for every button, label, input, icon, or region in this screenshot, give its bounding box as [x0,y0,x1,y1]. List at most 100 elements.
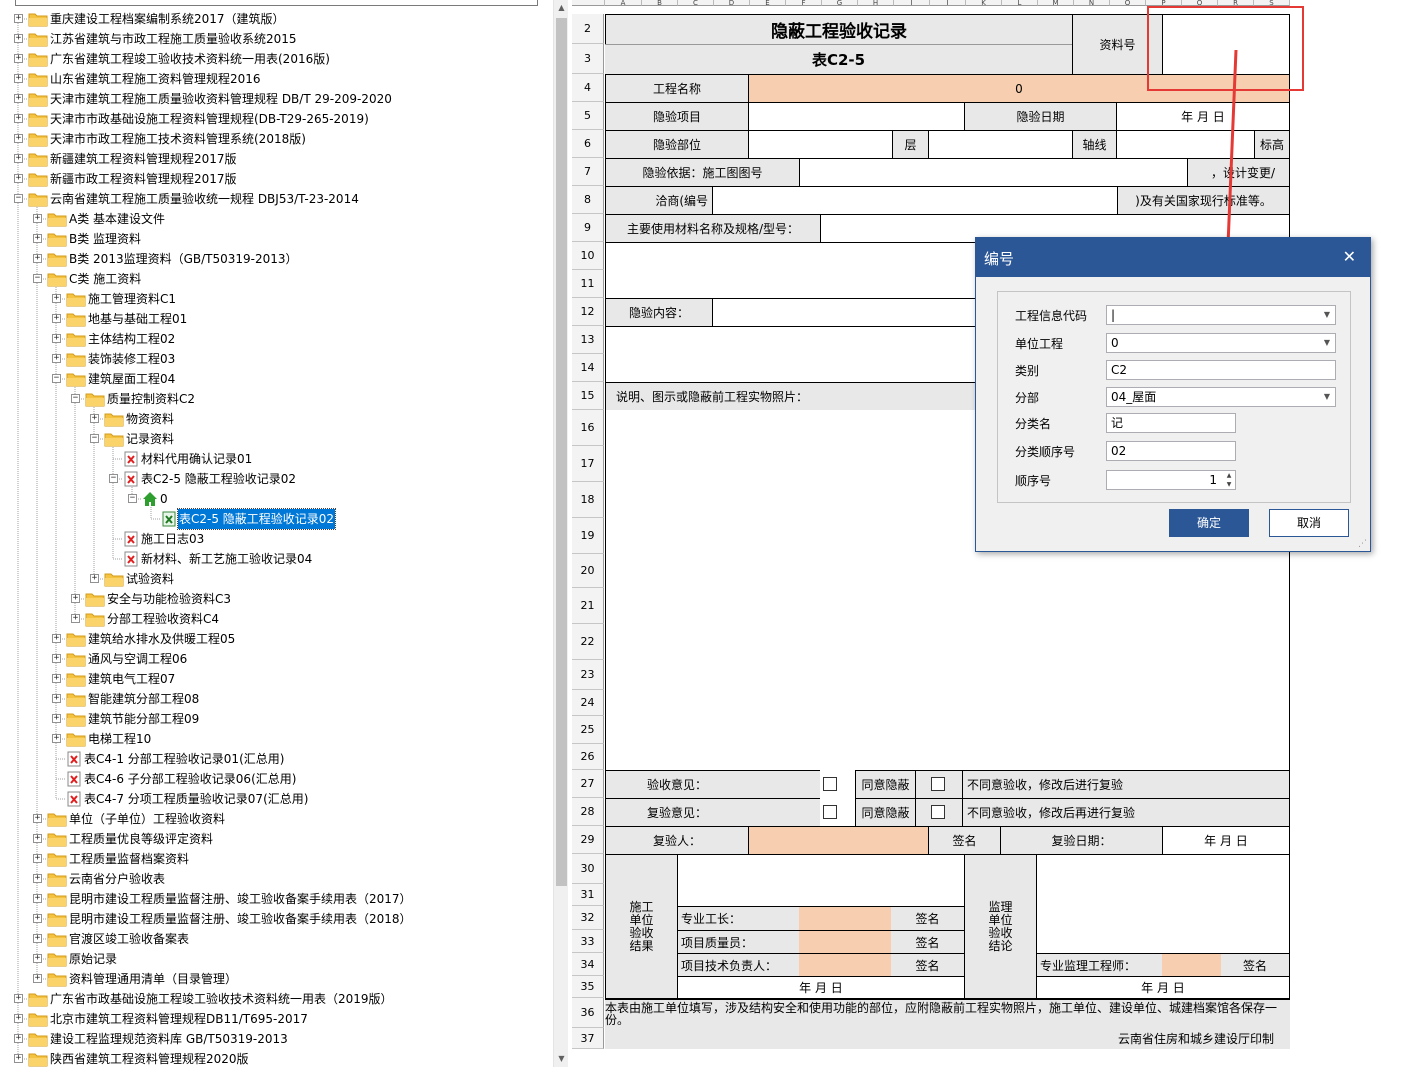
construction-date-cell[interactable]: 年 月 日 [677,976,964,998]
hidden-part-cell[interactable] [748,130,892,158]
row-header[interactable]: 2 [572,14,604,44]
close-icon[interactable]: ✕ [1343,247,1356,266]
tree-node[interactable]: + 重庆建设工程档案编制系统2017（建筑版） [0,9,553,29]
tree-node[interactable]: − 质量控制资料C2 [0,389,553,409]
expand-icon[interactable]: + [33,894,42,903]
expand-icon[interactable]: + [33,214,42,223]
tree-node[interactable]: + 云南省分户验收表 [0,869,553,889]
column-header[interactable]: N [1074,0,1110,6]
collapse-icon[interactable]: − [71,394,80,403]
chevron-down-icon[interactable]: ▼ [1324,334,1330,352]
row-header[interactable]: 12 [572,298,604,326]
tree-node[interactable]: + 原始记录 [0,949,553,969]
tree-node[interactable]: + 新疆市政工程资料管理规程2017版 [0,169,553,189]
tree-node[interactable]: + 地基与基础工程01 [0,309,553,329]
disagree-checkbox[interactable] [931,777,945,791]
expand-icon[interactable]: + [33,254,42,263]
tree-node[interactable]: + 山东省建筑工程施工资料管理规程2016 [0,69,553,89]
column-header[interactable]: M [1038,0,1074,6]
column-header[interactable]: C [678,0,714,6]
tree-node[interactable]: + 主体结构工程02 [0,329,553,349]
tree-node[interactable]: + 建筑给水排水及供暖工程05 [0,629,553,649]
expand-icon[interactable]: + [52,674,61,683]
tree-node[interactable]: + 试验资料 [0,569,553,589]
column-header[interactable]: H [858,0,894,6]
row-header[interactable]: 37 [572,1028,604,1049]
tree-node[interactable]: − C类 施工资料 [0,269,553,289]
tree-node[interactable]: 施工日志03 [0,529,553,549]
tree-node[interactable]: − 表C2-5 隐蔽工程验收记录02 [0,469,553,489]
row-header[interactable]: 3 [572,44,604,74]
column-header[interactable]: F [786,0,822,6]
construction-blank[interactable] [677,854,964,906]
tree-node[interactable]: + 江苏省建筑与市政工程施工质量验收系统2015 [0,29,553,49]
expand-icon[interactable]: + [52,714,61,723]
expand-icon[interactable]: + [33,934,42,943]
unit-project-dropdown[interactable]: 0 ▼ [1106,333,1336,353]
resize-grip-icon[interactable]: ⋰ [1358,539,1367,549]
expand-icon[interactable]: + [52,654,61,663]
tree-node[interactable]: −0 [0,489,553,509]
row-header[interactable]: 29 [572,826,604,854]
chevron-down-icon[interactable]: ▼ [1324,388,1330,406]
expand-icon[interactable]: + [52,334,61,343]
expand-icon[interactable]: + [33,914,42,923]
tree-node[interactable]: + 天津市市政工程施工技术资料管理系统(2018版) [0,129,553,149]
cancel-button[interactable]: 取消 [1269,509,1349,537]
tree-node[interactable]: 表C4-6 子分部工程验收记录06(汇总用) [0,769,553,789]
reinspector-cell[interactable] [748,826,928,854]
scroll-up-icon[interactable]: ▲ [554,0,569,16]
expand-icon[interactable]: + [52,634,61,643]
tree-node[interactable]: + 资料管理通用清单（目录管理） [0,969,553,989]
tree-node[interactable]: − 记录资料 [0,429,553,449]
project-info-code-dropdown[interactable]: | ▼ [1106,305,1336,325]
tree-node[interactable]: + 单位（子单位）工程验收资料 [0,809,553,829]
spinner-arrows-icon[interactable]: ▲ ▼ [1223,471,1235,489]
category-name-input[interactable]: 记 [1106,413,1236,433]
expand-icon[interactable]: + [14,54,23,63]
row-header[interactable]: 25 [572,716,604,744]
expand-icon[interactable]: + [33,974,42,983]
expand-icon[interactable]: + [14,74,23,83]
expand-icon[interactable]: + [52,694,61,703]
row-header[interactable]: 5 [572,102,604,130]
agree-reinspect-checkbox[interactable] [823,805,837,819]
collapse-icon[interactable]: − [90,434,99,443]
drawing-no-cell[interactable] [799,158,1187,186]
scrollbar-thumb[interactable] [556,18,567,886]
row-header[interactable]: 4 [572,74,604,102]
row-header[interactable]: 16 [572,410,604,446]
floor-cell[interactable] [928,130,1072,158]
row-header[interactable]: 6 [572,130,604,158]
column-header[interactable]: E [750,0,786,6]
row-header[interactable]: 11 [572,270,604,298]
expand-icon[interactable]: + [14,1054,23,1063]
tree-node[interactable]: + 智能建筑分部工程08 [0,689,553,709]
tree-node[interactable]: 表C2-5 隐蔽工程验收记录02 [0,508,553,530]
expand-icon[interactable]: + [52,354,61,363]
tree-node[interactable]: + 昆明市建设工程质量监督注册、竣工验收备案手续用表（2017） [0,889,553,909]
hidden-date-cell[interactable]: 年 月 日 [1116,102,1290,130]
quality-officer-cell[interactable] [799,930,891,953]
row-header[interactable]: 15 [572,382,604,410]
row-header[interactable]: 34 [572,953,604,976]
expand-icon[interactable]: + [14,1014,23,1023]
tree-node[interactable]: + B类 2013监理资料（GB/T50319-2013） [0,249,553,269]
collapse-icon[interactable]: − [109,474,118,483]
tech-lead-cell[interactable] [799,953,891,976]
expand-icon[interactable]: + [33,874,42,883]
expand-icon[interactable]: + [33,834,42,843]
expand-icon[interactable]: + [33,954,42,963]
tree-node[interactable]: + 官渡区竣工验收备案表 [0,929,553,949]
disagree-reinspect-checkbox[interactable] [931,805,945,819]
tree-node[interactable]: 新材料、新工艺施工验收记录04 [0,549,553,569]
supervision-blank[interactable] [1036,854,1290,953]
supervisor-cell[interactable] [1162,953,1221,976]
column-header[interactable]: D [714,0,750,6]
tree-node[interactable]: + B类 监理资料 [0,229,553,249]
tree-node[interactable]: + 物资资料 [0,409,553,429]
row-header[interactable]: 30 [572,854,604,884]
collapse-icon[interactable]: − [128,494,137,503]
row-header[interactable]: 33 [572,930,604,953]
expand-icon[interactable]: + [14,94,23,103]
